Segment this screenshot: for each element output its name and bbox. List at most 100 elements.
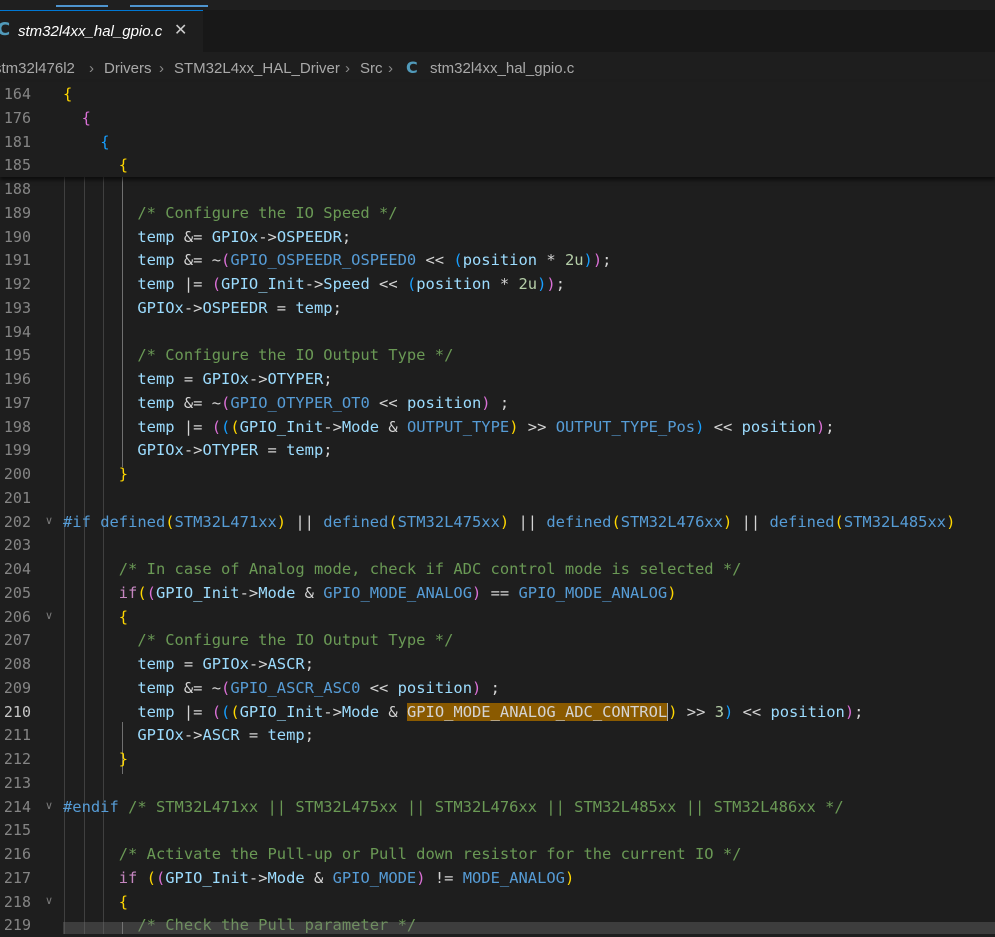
code-text[interactable] [63,323,72,341]
code-line[interactable]: 208 temp = GPIOx->ASCR; [0,652,995,676]
fold-chevron-icon[interactable]: ∨ [45,894,53,907]
code-text[interactable]: temp &= ~(GPIO_OTYPER_OT0 << position) ; [63,394,509,412]
code-line[interactable]: 193 GPIOx->OSPEEDR = temp; [0,296,995,320]
code-text[interactable]: /* Configure the IO Output Type */ [63,631,453,649]
code-line[interactable]: 189 /* Configure the IO Speed */ [0,201,995,225]
fold-chevron-icon[interactable]: ∨ [45,514,53,527]
code-text[interactable]: { [63,608,128,626]
code-line[interactable]: 176 { [0,106,995,130]
code-line[interactable]: 185 { [0,153,995,177]
code-text[interactable]: { [63,893,128,911]
code-line[interactable]: 217 if ((GPIO_Init->Mode & GPIO_MODE) !=… [0,866,995,890]
horizontal-scrollbar[interactable] [63,922,995,934]
code-line[interactable]: 199 GPIOx->OTYPER = temp; [0,438,995,462]
breadcrumb-item-hal-driver[interactable]: STM32L4xx_HAL_Driver [174,60,340,77]
code-line[interactable]: 210 temp |= (((GPIO_Init->Mode & GPIO_MO… [0,700,995,724]
code-text[interactable] [63,774,72,792]
code-line[interactable]: 195 /* Configure the IO Output Type */ [0,343,995,367]
code-text[interactable]: temp |= (GPIO_Init->Speed << (position *… [63,275,565,293]
code-text[interactable]: temp = GPIOx->OTYPER; [63,370,332,388]
code-line[interactable]: 191 temp &= ~(GPIO_OSPEEDR_OSPEED0 << (p… [0,248,995,272]
code-text[interactable]: /* Configure the IO Output Type */ [63,346,453,364]
code-token: ( [221,393,231,412]
code-line[interactable]: 188 [0,177,995,201]
code-token: ( [221,678,231,697]
code-text[interactable]: if((GPIO_Init->Mode & GPIO_MODE_ANALOG) … [63,584,677,602]
code-line[interactable]: 197 temp &= ~(GPIO_OTYPER_OT0 << positio… [0,391,995,415]
code-line[interactable]: 200 } [0,462,995,486]
fold-chevron-icon[interactable]: ∨ [45,799,53,812]
code-text[interactable] [63,180,128,198]
code-token: position [462,251,538,270]
code-text[interactable]: GPIOx->OTYPER = temp; [63,441,332,459]
code-text[interactable]: /* Activate the Pull-up or Pull down res… [63,845,742,863]
code-text[interactable]: temp |= (((GPIO_Init->Mode & OUTPUT_TYPE… [63,418,834,436]
tab-label: stm32l4xx_hal_gpio.c [18,23,163,40]
code-line[interactable]: 194 [0,320,995,344]
code-editor[interactable]: 188 189 /* Configure the IO Speed */190 … [0,82,995,934]
code-line[interactable]: 215 [0,818,995,842]
code-text[interactable]: GPIOx->OSPEEDR = temp; [63,299,342,317]
line-number: 204 [3,560,31,578]
tab-stm32l4xx-hal-gpio[interactable]: C stm32l4xx_hal_gpio.c ✕ [0,10,203,52]
breadcrumb-item-project[interactable]: stm32l476l2 [0,60,75,77]
code-line[interactable]: 212 } [0,747,995,771]
code-line[interactable]: 216 /* Activate the Pull-up or Pull down… [0,842,995,866]
code-token: ; [304,726,314,745]
code-line[interactable]: 202 ∨ #if defined(STM32L471xx) || defined(… [0,510,995,534]
code-line[interactable]: 214 ∨ #endif /* STM32L471xx || STM32L475xx… [0,795,995,819]
sticky-scroll-header[interactable]: 164{176 {181 {185 { [0,82,995,177]
code-text[interactable]: { [63,156,128,174]
code-text[interactable] [63,536,72,554]
breadcrumb-item-src[interactable]: Src [360,60,383,77]
breadcrumb-separator-icon: › [89,60,94,77]
code-line[interactable]: 192 temp |= (GPIO_Init->Speed << (positi… [0,272,995,296]
breadcrumb-item-drivers[interactable]: Drivers [104,60,152,77]
code-line[interactable]: 205 if((GPIO_Init->Mode & GPIO_MODE_ANAL… [0,581,995,605]
code-token: defined [769,512,835,531]
code-line[interactable]: 213 [0,771,995,795]
code-text[interactable]: { [63,133,109,151]
code-text[interactable]: /* Configure the IO Speed */ [63,204,397,222]
code-line[interactable]: 190 temp &= GPIOx->OSPEEDR; [0,225,995,249]
code-line[interactable]: 218 ∨ { [0,890,995,914]
code-line[interactable]: 211 GPIOx->ASCR = temp; [0,723,995,747]
code-text[interactable]: temp &= ~(GPIO_OSPEEDR_OSPEED0 << (posit… [63,251,611,269]
code-line[interactable]: 198 temp |= (((GPIO_Init->Mode & OUTPUT_… [0,415,995,439]
code-text[interactable]: temp &= ~(GPIO_ASCR_ASC0 << position) ; [63,679,500,697]
code-token: ; [341,227,352,246]
code-text[interactable]: { [63,109,91,127]
code-text[interactable]: } [63,750,128,768]
code-text[interactable] [63,489,72,507]
code-text[interactable]: temp &= GPIOx->OSPEEDR; [63,228,351,246]
code-line[interactable]: 203 [0,533,995,557]
code-text[interactable]: } [63,465,128,483]
code-line[interactable]: 209 temp &= ~(GPIO_ASCR_ASC0 << position… [0,676,995,700]
fold-chevron-icon[interactable]: ∨ [45,609,53,622]
code-line[interactable]: 164 { [0,82,995,106]
code-line[interactable]: 201 [0,486,995,510]
code-line[interactable]: 204 /* In case of Analog mode, check if … [0,557,995,581]
code-text[interactable]: GPIOx->ASCR = temp; [63,726,314,744]
code-line[interactable]: 206 ∨ { [0,605,995,629]
code-line[interactable]: 181 { [0,130,995,154]
code-token: ( [211,702,222,721]
code-text[interactable]: temp = GPIOx->ASCR; [63,655,314,673]
breadcrumb-item-file[interactable]: stm32l4xx_hal_gpio.c [430,60,574,77]
code-token: ( [155,868,166,887]
code-line[interactable]: 207 /* Configure the IO Output Type */ [0,628,995,652]
code-line[interactable]: 196 temp = GPIOx->OTYPER; [0,367,995,391]
code-text[interactable]: /* In case of Analog mode, check if ADC … [63,560,742,578]
code-text[interactable]: #if defined(STM32L471xx) || defined(STM3… [63,513,955,531]
code-text[interactable]: #endif /* STM32L471xx || STM32L475xx || … [63,798,844,816]
code-text[interactable]: { [63,85,72,103]
close-icon[interactable]: ✕ [174,20,187,39]
code-text[interactable]: temp |= (((GPIO_Init->Mode & GPIO_MODE_A… [63,702,863,721]
line-number: 216 [3,845,31,863]
code-text[interactable] [63,821,72,839]
code-text[interactable]: if ((GPIO_Init->Mode & GPIO_MODE) != MOD… [63,868,575,887]
line-number: 199 [3,441,31,460]
